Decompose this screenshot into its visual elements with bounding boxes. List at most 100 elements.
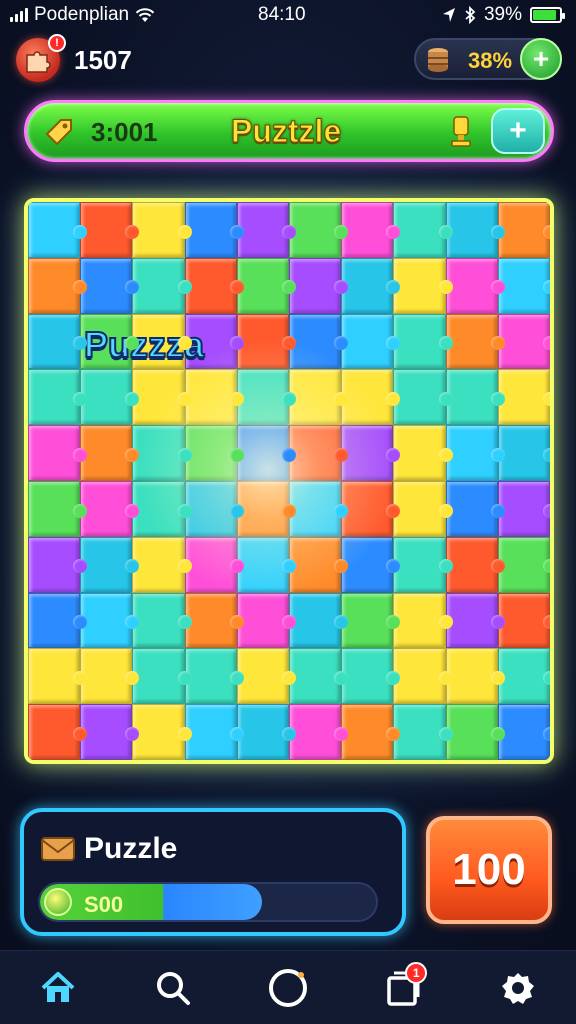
puzzle-piece[interactable] xyxy=(289,536,349,593)
puzzle-piece[interactable] xyxy=(341,313,401,370)
puzzle-piece[interactable] xyxy=(497,202,550,258)
puzzle-piece[interactable] xyxy=(132,648,192,705)
add-coins-button[interactable]: + xyxy=(520,38,562,80)
puzzle-piece[interactable] xyxy=(393,480,453,537)
puzzle-piece[interactable] xyxy=(497,257,550,314)
banner-action-button[interactable]: + xyxy=(491,108,545,154)
puzzle-piece[interactable] xyxy=(236,536,297,593)
puzzle-piece[interactable] xyxy=(497,480,550,537)
puzzle-piece[interactable] xyxy=(289,592,349,649)
coin-balance[interactable]: 38% + xyxy=(414,38,562,80)
score-button[interactable]: 100 xyxy=(426,816,552,924)
puzzle-piece[interactable] xyxy=(236,704,297,760)
puzzle-piece[interactable] xyxy=(28,425,88,481)
puzzle-piece[interactable] xyxy=(184,202,245,258)
puzzle-piece[interactable] xyxy=(445,313,506,370)
puzzle-piece[interactable] xyxy=(289,648,349,705)
puzzle-piece[interactable] xyxy=(28,592,88,649)
puzzle-piece[interactable] xyxy=(132,257,192,314)
puzzle-piece[interactable] xyxy=(445,257,506,314)
puzzle-piece[interactable] xyxy=(497,704,550,760)
puzzle-piece[interactable] xyxy=(132,202,192,258)
puzzle-piece[interactable] xyxy=(80,592,140,649)
puzzle-piece[interactable] xyxy=(393,648,453,705)
puzzle-piece[interactable] xyxy=(445,648,506,705)
puzzle-board[interactable]: Puzzza xyxy=(24,198,554,764)
puzzle-piece[interactable] xyxy=(445,480,506,537)
puzzle-piece[interactable] xyxy=(289,425,349,481)
puzzle-piece[interactable] xyxy=(341,425,401,481)
puzzle-piece[interactable] xyxy=(393,536,453,593)
level-banner[interactable]: 3:001 Puztzle + xyxy=(24,100,554,162)
puzzle-piece[interactable] xyxy=(393,704,453,760)
puzzle-piece[interactable] xyxy=(184,257,245,314)
tab-play[interactable] xyxy=(258,958,318,1018)
puzzle-piece[interactable] xyxy=(341,648,401,705)
puzzle-piece[interactable] xyxy=(236,425,297,481)
tab-settings[interactable] xyxy=(488,958,548,1018)
puzzle-piece[interactable] xyxy=(341,704,401,760)
puzzle-piece[interactable] xyxy=(289,313,349,370)
puzzle-piece[interactable] xyxy=(393,425,453,481)
puzzle-piece[interactable] xyxy=(184,425,245,481)
puzzle-piece[interactable] xyxy=(184,369,245,426)
tab-inbox[interactable]: 1 xyxy=(373,958,433,1018)
puzzle-piece[interactable] xyxy=(393,202,453,258)
puzzle-piece[interactable] xyxy=(393,369,453,426)
puzzle-piece[interactable] xyxy=(28,257,88,314)
puzzle-piece[interactable] xyxy=(132,704,192,760)
puzzle-piece[interactable] xyxy=(393,313,453,370)
puzzle-piece[interactable] xyxy=(132,369,192,426)
puzzle-piece[interactable] xyxy=(236,313,297,370)
puzzle-piece[interactable] xyxy=(445,369,506,426)
puzzle-piece[interactable] xyxy=(132,592,192,649)
puzzle-piece[interactable] xyxy=(184,704,245,760)
puzzle-piece[interactable] xyxy=(341,536,401,593)
puzzle-piece[interactable] xyxy=(236,369,297,426)
puzzle-piece[interactable] xyxy=(28,202,88,258)
puzzle-piece[interactable] xyxy=(497,369,550,426)
puzzle-piece[interactable] xyxy=(28,648,88,705)
puzzle-piece[interactable] xyxy=(445,536,506,593)
puzzle-piece[interactable] xyxy=(80,536,140,593)
puzzle-piece[interactable] xyxy=(132,480,192,537)
puzzle-piece[interactable] xyxy=(28,536,88,593)
puzzle-piece[interactable] xyxy=(393,592,453,649)
puzzle-piece[interactable] xyxy=(236,592,297,649)
puzzle-piece[interactable] xyxy=(132,536,192,593)
tab-search[interactable] xyxy=(143,958,203,1018)
puzzle-piece[interactable] xyxy=(289,202,349,258)
puzzle-piece[interactable] xyxy=(289,369,349,426)
puzzle-piece[interactable] xyxy=(28,313,88,370)
puzzle-piece[interactable] xyxy=(80,369,140,426)
puzzle-piece[interactable] xyxy=(497,536,550,593)
puzzle-piece[interactable] xyxy=(497,648,550,705)
puzzle-piece[interactable] xyxy=(80,257,140,314)
puzzle-piece[interactable] xyxy=(132,425,192,481)
puzzle-piece[interactable] xyxy=(28,369,88,426)
puzzle-piece[interactable] xyxy=(341,202,401,258)
puzzle-piece[interactable] xyxy=(445,704,506,760)
puzzle-piece[interactable] xyxy=(497,425,550,481)
puzzle-piece[interactable] xyxy=(341,592,401,649)
puzzle-piece[interactable] xyxy=(80,425,140,481)
puzzle-piece[interactable] xyxy=(445,202,506,258)
puzzle-piece[interactable] xyxy=(445,425,506,481)
puzzle-piece[interactable] xyxy=(341,480,401,537)
puzzle-piece[interactable] xyxy=(236,257,297,314)
puzzle-piece[interactable] xyxy=(236,480,297,537)
puzzle-piece[interactable] xyxy=(236,202,297,258)
puzzle-piece[interactable] xyxy=(184,648,245,705)
puzzle-piece[interactable] xyxy=(289,257,349,314)
puzzle-piece[interactable] xyxy=(497,592,550,649)
tab-home[interactable] xyxy=(28,958,88,1018)
puzzle-piece[interactable] xyxy=(236,648,297,705)
puzzle-piece[interactable] xyxy=(445,592,506,649)
puzzle-piece[interactable] xyxy=(497,313,550,370)
puzzle-piece[interactable] xyxy=(289,480,349,537)
puzzle-piece[interactable] xyxy=(80,704,140,760)
puzzle-piece[interactable] xyxy=(28,704,88,760)
lives-counter[interactable]: ! 1507 xyxy=(16,34,132,82)
puzzle-piece[interactable] xyxy=(80,648,140,705)
puzzle-piece[interactable] xyxy=(80,480,140,537)
